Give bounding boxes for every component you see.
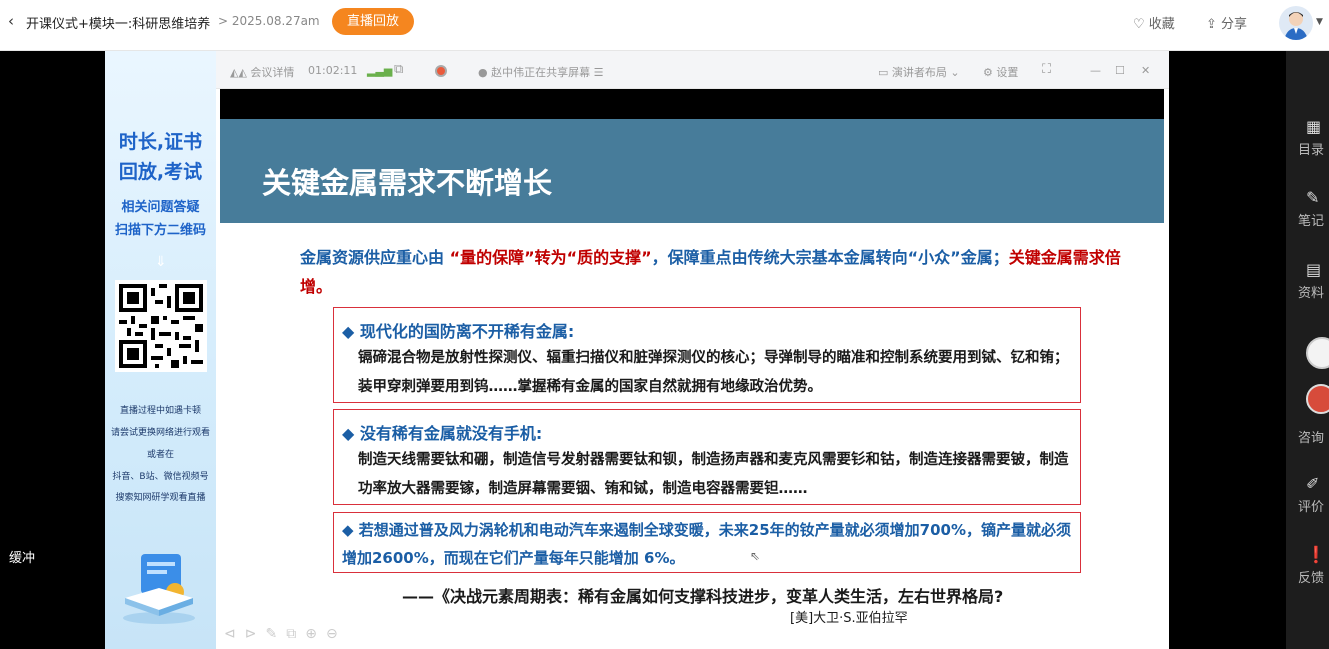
copy-icon[interactable]: ⧉ <box>286 626 305 642</box>
annotation-toolbar: ⊲⊳✎⧉⊕⊖ <box>224 626 347 642</box>
sidebar-item-materials[interactable]: ▤ 资料 <box>1298 260 1329 301</box>
floating-consult-avatar[interactable] <box>1306 384 1329 414</box>
meeting-toolbar: ◭◭ 会议详情 01:02:11 ▂▃▅ ⧉ ● 赵中伟正在共享屏幕 ☰ ▭ 演… <box>216 51 1169 89</box>
ad-tip-1: 直播过程中如遇卡顿 <box>119 406 201 416</box>
settings-label: 设置 <box>996 66 1019 79</box>
slide-box-climate: ◆ 若想通过普及风力涡轮机和电动汽车来遏制全球变暖，未来25年的钕产量就必须增加… <box>333 512 1081 573</box>
record-icon[interactable] <box>435 65 447 77</box>
feedback-icon: ❗ <box>1306 545 1326 564</box>
qr-code <box>115 280 207 372</box>
sidebar-item-catalog[interactable]: ▦ 目录 <box>1298 117 1329 158</box>
top-bar: ‹ 开课仪式+模块一:科研思维培养 > 2025.08.27am 直播回放 ♡ … <box>0 0 1329 51</box>
arrow-down-icon: ⇓ <box>155 254 167 270</box>
box-phone-heading: ◆ 没有稀有金属就没有手机: <box>342 424 543 443</box>
mouse-cursor-icon: ⇖ <box>750 549 761 563</box>
box-climate-text: ◆ 若想通过普及风力涡轮机和电动汽车来遏制全球变暖，未来25年的钕产量就必须增加… <box>342 521 1071 567</box>
close-icon[interactable]: ✕ <box>1141 64 1150 77</box>
minus-icon[interactable]: ⊖ <box>326 626 347 642</box>
meeting-details-label: 会议详情 <box>250 66 295 79</box>
slide-author: [美]大卫·S.亚伯拉罕 <box>790 611 908 626</box>
course-title: 开课仪式+模块一:科研思维培养 <box>26 17 211 32</box>
ad-headline-1: 时长,证书 <box>118 131 203 153</box>
avatar-icon <box>1284 12 1308 40</box>
slide-box-defense: ◆ 现代化的国防离不开稀有金属: 镉碲混合物是放射性探测仪、辐重扫描仪和脏弹探测… <box>333 307 1081 403</box>
course-date: > 2025.08.27am <box>218 14 320 28</box>
sidebar-item-label: 资料 <box>1298 286 1325 301</box>
slide-box-phone: ◆ 没有稀有金属就没有手机: 制造天线需要钛和硼，制造信号发射器需要钛和钡，制造… <box>333 409 1081 505</box>
ad-banner[interactable]: 时长,证书 回放,考试 相关问题答疑 扫描下方二维码 ⇓ 直播过程中如遇卡顿 请… <box>105 51 216 649</box>
signal-icon: ▂▃▅ <box>367 64 393 77</box>
sidebar-item-review[interactable]: ✐ 评价 <box>1298 474 1329 515</box>
share-button[interactable]: ⇪ 分享 <box>1206 13 1247 32</box>
zoom-icon[interactable]: ⊕ <box>305 626 326 642</box>
prev-icon[interactable]: ⊲ <box>224 626 245 642</box>
next-icon[interactable]: ⊳ <box>245 626 266 642</box>
slide-quote: ——《决战元素周期表：稀有金属如何支撑科技进步，变革人类生活，左右世界格局? <box>402 587 1004 606</box>
pen-icon[interactable]: ✎ <box>265 626 286 642</box>
player-right-margin <box>1169 51 1286 649</box>
ad-tip-5: 搜索知网研学观看直播 <box>115 493 206 503</box>
sidebar-item-notes[interactable]: ✎ 笔记 <box>1298 188 1329 229</box>
sidebar-item-label: 评价 <box>1298 500 1325 515</box>
qr-code-icon <box>119 284 203 368</box>
external-link-icon[interactable]: ⧉ <box>394 62 403 77</box>
fullscreen-icon[interactable]: ⛶ <box>1042 62 1051 77</box>
book-illustration-icon <box>123 554 195 624</box>
screen-share-label: 赵中伟正在共享屏幕 <box>491 66 591 79</box>
replay-button[interactable]: 直播回放 <box>332 8 414 35</box>
sidebar-item-feedback[interactable]: ❗ 反馈 <box>1298 545 1329 586</box>
layout-label: 演讲者布局 <box>891 66 947 79</box>
grid-icon: ▦ <box>1306 117 1322 136</box>
buffer-status: 缓冲 <box>9 551 36 566</box>
share-icon: ⇪ <box>1206 17 1222 32</box>
chevron-down-icon: ⌄ <box>946 66 960 79</box>
favorite-button[interactable]: ♡ 收藏 <box>1133 13 1175 32</box>
slide-intro: 金属资源供应重心由 “量的保障”转为“质的支撑”，保障重点由传统大宗基本金属转向… <box>300 243 1125 301</box>
layout-icon: ▭ <box>878 66 892 79</box>
intro-part-a: 金属资源供应重心由 <box>300 248 450 267</box>
sidebar-item-label: 反馈 <box>1298 571 1325 586</box>
intro-part-b: “量的保障”转为“质的支撑” <box>449 248 652 267</box>
ad-tip-2: 请尝试更换网络进行观看 <box>110 428 210 438</box>
menu-icon: ☰ <box>590 66 604 79</box>
sidebar-item-label: 目录 <box>1298 143 1325 158</box>
settings-button[interactable]: ⚙ 设置 <box>983 64 1018 80</box>
slide-title: 关键金属需求不断增长 <box>262 166 553 200</box>
maximize-icon[interactable]: ☐ <box>1115 64 1125 77</box>
chevron-down-icon[interactable]: ▼ <box>1316 17 1323 27</box>
shared-screen: ◭◭ 会议详情 01:02:11 ▂▃▅ ⧉ ● 赵中伟正在共享屏幕 ☰ ▭ 演… <box>216 51 1169 649</box>
box-phone-text: 制造天线需要钛和硼，制造信号发射器需要钛和钡，制造扬声器和麦克风需要钐和钴，制造… <box>358 452 1069 497</box>
meeting-details-button[interactable]: ◭◭ 会议详情 <box>230 64 294 80</box>
meeting-timer: 01:02:11 <box>308 64 358 77</box>
gear-icon: ⚙ <box>983 66 997 79</box>
ad-subline-1: 相关问题答疑 <box>121 200 200 215</box>
sidebar-item-label: 咨询 <box>1298 431 1325 446</box>
presenter-avatar-icon: ● <box>478 66 492 79</box>
user-avatar[interactable] <box>1279 6 1313 40</box>
meeting-logo-icon: ◭◭ <box>230 66 251 79</box>
ad-headline-2: 回放,考试 <box>118 161 203 183</box>
minimize-icon[interactable]: — <box>1090 64 1101 77</box>
intro-part-c: ，保障重点由传统大宗基本金属转向“小众”金属； <box>651 248 1009 267</box>
ad-subline-2: 扫描下方二维码 <box>114 223 206 238</box>
edit-icon: ✐ <box>1306 474 1320 493</box>
layout-button[interactable]: ▭ 演讲者布局 ⌄ <box>878 64 960 80</box>
folder-icon: ▤ <box>1306 260 1322 279</box>
ad-tip-4: 抖音、B站、微信视频号 <box>112 472 209 482</box>
sidebar-item-label: 笔记 <box>1298 214 1325 229</box>
ad-tip-3: 或者在 <box>146 450 174 460</box>
slide-top-band <box>220 89 1164 119</box>
slide-header: 关键金属需求不断增长 <box>220 119 1164 223</box>
box-defense-heading: ◆ 现代化的国防离不开稀有金属: <box>342 322 575 341</box>
chevron-left-icon[interactable]: ‹ <box>8 12 14 30</box>
note-icon: ✎ <box>1306 188 1320 207</box>
share-label: 分享 <box>1221 17 1248 32</box>
box-defense-text: 镉碲混合物是放射性探测仪、辐重扫描仪和脏弹探测仪的核心；导弹制导的瞄准和控制系统… <box>358 350 1069 395</box>
screen-share-status: ● 赵中伟正在共享屏幕 ☰ <box>478 64 603 80</box>
